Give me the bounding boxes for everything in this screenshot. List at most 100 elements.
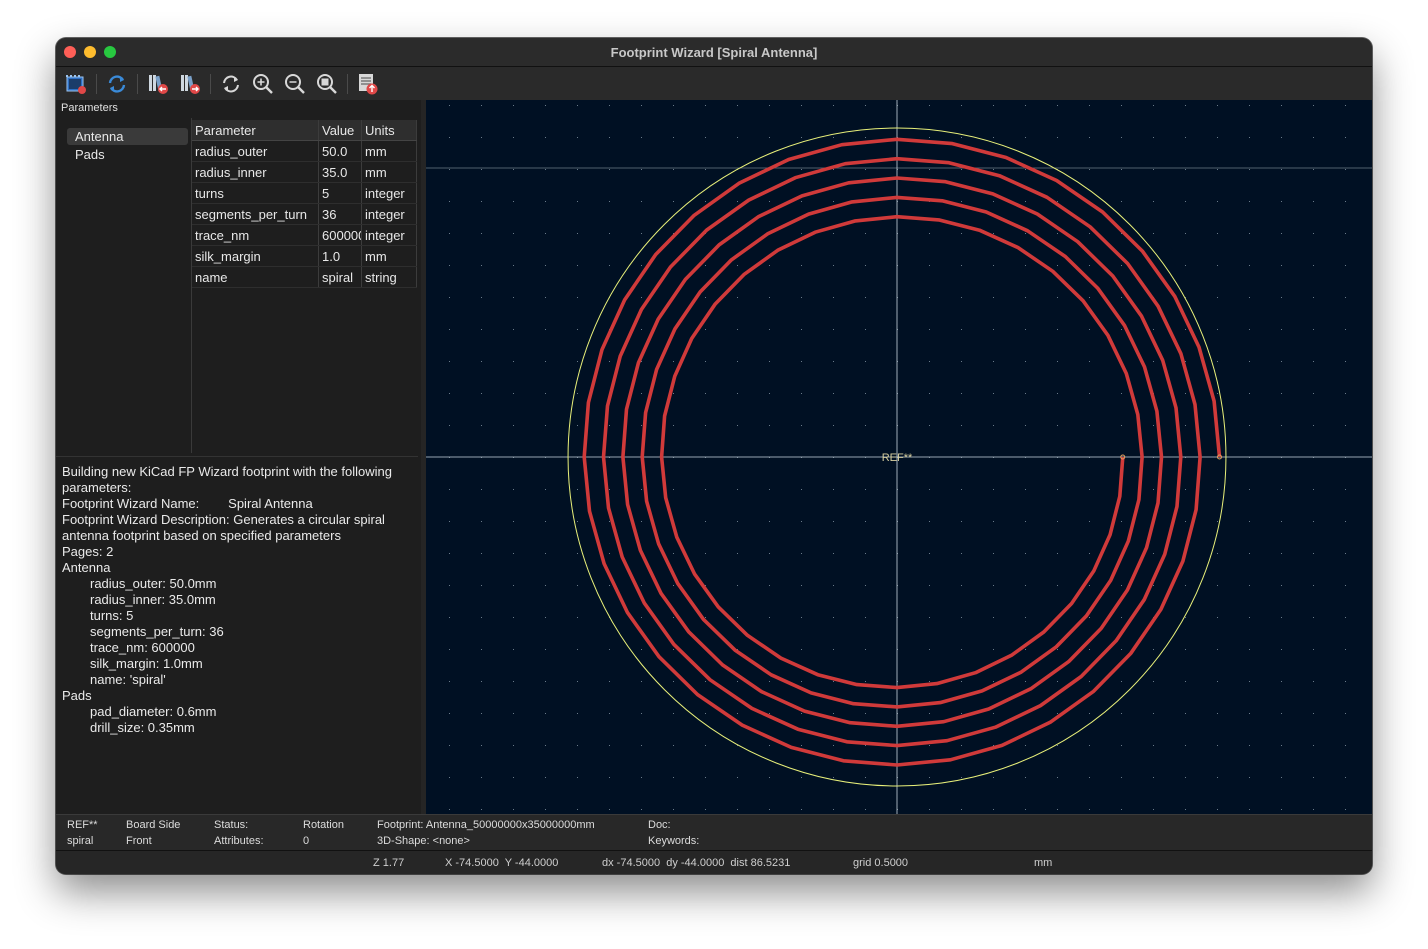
cursor-position: X -74.5000 Y -44.0000	[445, 857, 559, 869]
param-name-cell: radius_outer	[192, 140, 319, 162]
param-units-cell: integer	[361, 203, 417, 225]
param-name-cell: name	[192, 266, 319, 288]
next-page-icon	[181, 75, 200, 94]
param-units-cell: integer	[361, 182, 417, 204]
param-value-cell[interactable]: 1.0	[318, 245, 362, 267]
parameters-panel: Parameters Antenna Pads Parameter Value …	[56, 100, 421, 817]
toolbar-separator	[347, 74, 348, 94]
select-wizard-button[interactable]	[62, 70, 90, 98]
refresh-icon	[108, 75, 126, 93]
toolbar-separator	[137, 74, 138, 94]
param-value-cell[interactable]: 5	[318, 182, 362, 204]
messages-panel[interactable]: Building new KiCad FP Wizard footprint w…	[56, 456, 418, 817]
board-side-value: Front	[126, 835, 152, 847]
param-units-cell: mm	[361, 140, 417, 162]
zoom-fit-icon	[317, 74, 337, 94]
log-line: name: 'spiral'	[90, 672, 166, 687]
table-row: trace_nm 600000 integer	[192, 224, 417, 246]
table-row: segments_per_turn 36 integer	[192, 203, 417, 225]
grid-size: grid 0.5000	[853, 857, 909, 869]
zoom-in-button[interactable]	[249, 70, 277, 98]
page-item-pads[interactable]: Pads	[67, 146, 188, 163]
rotation-label: Rotation	[303, 819, 344, 831]
build-log: Building new KiCad FP Wizard footprint w…	[62, 464, 416, 736]
export-footprint-button[interactable]	[354, 70, 382, 98]
param-units-cell: mm	[361, 161, 417, 183]
ref-value: spiral	[67, 835, 94, 847]
parameter-table: Parameter Value Units radius_outer 50.0 mm…	[192, 120, 417, 288]
footprint-name: Footprint: Antenna_50000000x35000000mm	[377, 819, 595, 831]
toolbar	[56, 67, 1372, 100]
footprint-preview-canvas[interactable]: REF**	[426, 100, 1372, 814]
param-name-cell: trace_nm	[192, 224, 319, 246]
param-units-cell: string	[361, 266, 417, 288]
log-line: Pads	[62, 688, 92, 703]
footprint-wizard-window: Footprint Wizard [Spiral Antenna] Parame…	[56, 38, 1372, 874]
param-name-cell: turns	[192, 182, 319, 204]
zoom-readout: Z 1.77	[373, 857, 405, 869]
log-line: parameters:	[62, 480, 132, 495]
3d-shape: 3D-Shape: <none>	[377, 835, 470, 847]
attributes-label: Attributes:	[214, 835, 264, 847]
title-bar: Footprint Wizard [Spiral Antenna]	[56, 38, 1372, 67]
pages-list: Antenna Pads	[56, 118, 188, 453]
column-header-value[interactable]: Value	[318, 120, 362, 141]
toolbar-separator	[210, 74, 211, 94]
param-value-cell[interactable]: 600000	[318, 224, 362, 246]
table-row: silk_margin 1.0 mm	[192, 245, 417, 267]
log-line: trace_nm: 600000	[90, 640, 195, 655]
refresh-button[interactable]	[103, 70, 131, 98]
param-units-cell: mm	[361, 245, 417, 267]
units: mm	[1034, 857, 1053, 869]
table-header-row: Parameter Value Units	[192, 120, 417, 141]
table-row: radius_inner 35.0 mm	[192, 161, 417, 183]
redraw-icon	[223, 75, 239, 93]
next-page-button[interactable]	[176, 70, 204, 98]
rotation-value: 0	[303, 835, 310, 847]
coordinates-bar: Z 1.77 X -74.5000 Y -44.0000 dx -74.5000…	[56, 850, 1372, 874]
param-value-cell[interactable]: 50.0	[318, 140, 362, 162]
log-line: drill_size: 0.35mm	[90, 720, 195, 735]
previous-page-button[interactable]	[144, 70, 172, 98]
log-line: radius_inner: 35.0mm	[90, 592, 216, 607]
column-header-parameter[interactable]: Parameter	[192, 120, 319, 141]
log-line: Footprint Wizard Description: Generates …	[62, 512, 385, 527]
param-name-cell: silk_margin	[192, 245, 319, 267]
reference-text: REF**	[882, 452, 913, 464]
log-line: antenna footprint based on specified par…	[62, 528, 341, 543]
zoom-fit-button[interactable]	[313, 70, 341, 98]
log-line: pad_diameter: 0.6mm	[90, 704, 217, 719]
window-title: Footprint Wizard [Spiral Antenna]	[610, 45, 818, 60]
select-wizard-icon	[66, 75, 86, 94]
param-value-cell[interactable]: 36	[318, 203, 362, 225]
zoom-out-icon	[285, 74, 305, 94]
table-row: turns 5 integer	[192, 182, 417, 204]
redraw-button[interactable]	[217, 70, 245, 98]
log-line: silk_margin: 1.0mm	[90, 656, 203, 671]
board-side-label: Board Side	[126, 819, 181, 831]
table-row: name spiral string	[192, 266, 417, 288]
doc-label: Doc:	[648, 819, 671, 831]
zoom-out-button[interactable]	[281, 70, 309, 98]
ref-label: REF**	[67, 819, 98, 831]
export-footprint-icon	[359, 74, 378, 95]
table-row: radius_outer 50.0 mm	[192, 140, 417, 162]
page-item-antenna[interactable]: Antenna	[67, 128, 188, 145]
previous-page-icon	[149, 75, 168, 94]
log-line: segments_per_turn: 36	[90, 624, 224, 639]
param-value-cell[interactable]: spiral	[318, 266, 362, 288]
zoom-in-icon	[253, 74, 273, 94]
footprint-preview-svg: REF**	[426, 100, 1372, 814]
status-label: Status:	[214, 819, 249, 831]
column-header-units[interactable]: Units	[361, 120, 417, 141]
param-name-cell: segments_per_turn	[192, 203, 319, 225]
log-line: Pages: 2	[62, 544, 114, 559]
param-name-cell: radius_inner	[192, 161, 319, 183]
log-line: radius_outer: 50.0mm	[90, 576, 217, 591]
toolbar-separator	[96, 74, 97, 94]
log-line: Building new KiCad FP Wizard footprint w…	[62, 464, 392, 479]
param-units-cell: integer	[361, 224, 417, 246]
footprint-info-bar: REF** spiral Board Side Front Status: At…	[56, 814, 1372, 851]
param-value-cell[interactable]: 35.0	[318, 161, 362, 183]
log-line: Footprint Wizard Name: Spiral Antenna	[62, 496, 313, 511]
